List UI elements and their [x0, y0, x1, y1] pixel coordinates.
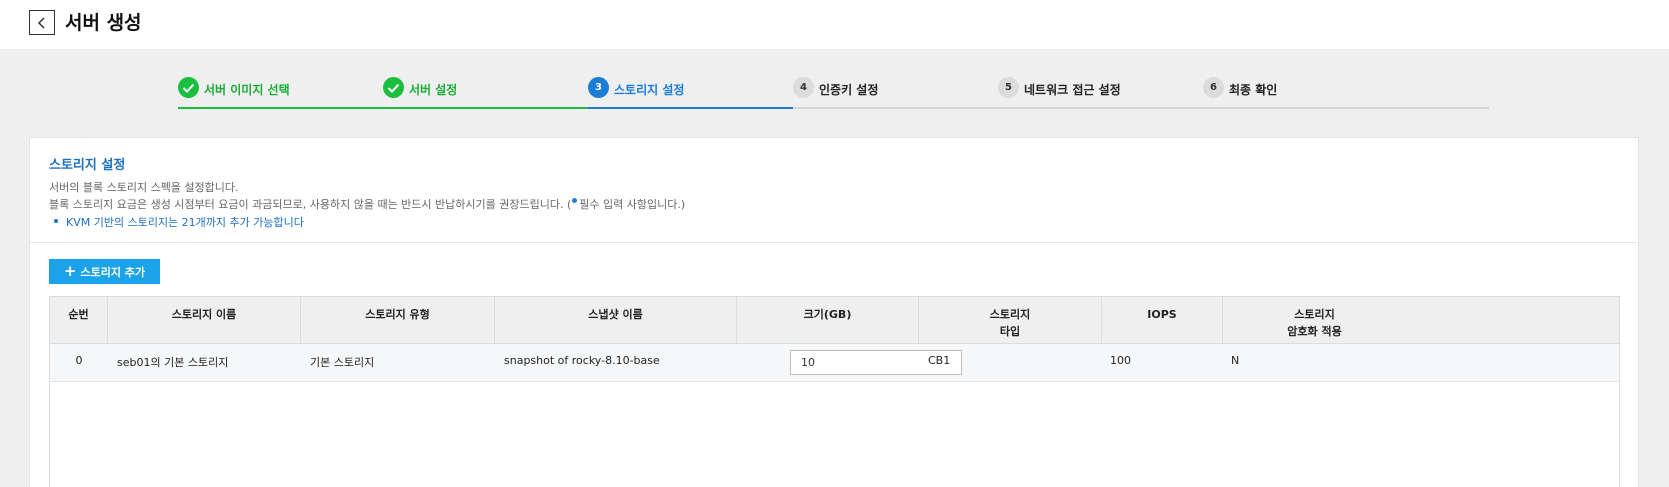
add-storage-button[interactable]: + 스토리지 추가: [49, 259, 160, 284]
step-number: 5: [998, 77, 1019, 98]
step-label: 네트워크 접근 설정: [1024, 83, 1121, 97]
cell-snapshot: snapshot of rocky-8.10-base: [504, 354, 660, 367]
add-storage-label: 스토리지 추가: [80, 265, 146, 279]
column-header-encryption: 스토리지 암호화 적용: [1287, 308, 1342, 338]
check-icon: [383, 77, 404, 98]
column-header-size: 크기(GB): [737, 297, 919, 343]
step-final-confirm[interactable]: 6 최종 확인: [1203, 75, 1489, 109]
chevron-left-icon: [37, 16, 45, 29]
step-network-access[interactable]: 5 네트워크 접근 설정: [998, 75, 1203, 109]
column-header-snapshot: 스냅샷 이름: [495, 297, 737, 343]
cell-name: seb01의 기본 스토리지: [117, 356, 229, 369]
cell-index: 0: [75, 354, 83, 367]
step-storage-settings[interactable]: 3 스토리지 설정: [588, 75, 793, 109]
billing-notice: 블록 스토리지 요금은 생성 시점부터 요금이 과금되므로, 사용하지 않을 때…: [49, 196, 685, 212]
column-header-type: 스토리지 유형: [301, 297, 495, 343]
step-label: 인증키 설정: [819, 83, 879, 97]
step-server-settings[interactable]: 서버 설정: [383, 75, 588, 109]
note-text: KVM 기반의 스토리지는 21개까지 추가 가능합니다: [66, 216, 304, 229]
required-dot-icon: [572, 198, 578, 203]
column-header-name: 스토리지 이름: [108, 297, 301, 343]
storage-settings-card: 스토리지 설정 서버의 블록 스토리지 스펙을 설정합니다. 블록 스토리지 요…: [29, 137, 1639, 487]
divider: [30, 242, 1638, 243]
page-header: 서버 생성: [0, 0, 1669, 49]
required-notice-text: 필수 입력 사항입니다.): [579, 198, 686, 211]
step-number: 3: [588, 77, 609, 98]
billing-notice-text: 블록 스토리지 요금은 생성 시점부터 요금이 과금되므로, 사용하지 않을 때…: [49, 198, 572, 211]
check-icon: [178, 77, 199, 98]
storage-table: 순번 스토리지 이름 스토리지 유형 스냅샷 이름 크기(GB) 스토리지 타입…: [49, 296, 1620, 487]
table-header: 순번 스토리지 이름 스토리지 유형 스냅샷 이름 크기(GB) 스토리지 타입…: [50, 297, 1619, 344]
step-label: 서버 설정: [409, 83, 458, 97]
section-title: 스토리지 설정: [49, 158, 126, 173]
cell-storage-type: CB1: [928, 354, 951, 367]
step-server-image[interactable]: 서버 이미지 선택: [178, 75, 383, 109]
cell-iops: 100: [1110, 354, 1131, 367]
table-row[interactable]: 0 seb01의 기본 스토리지 기본 스토리지 snapshot of roc…: [50, 344, 1619, 382]
column-header-index: 순번: [50, 297, 108, 343]
back-button[interactable]: [29, 10, 55, 35]
step-label: 최종 확인: [1229, 83, 1278, 97]
step-number: 6: [1203, 77, 1224, 98]
plus-icon: +: [63, 262, 77, 280]
step-label: 스토리지 설정: [614, 83, 685, 97]
cell-encryption: N: [1231, 354, 1240, 367]
section-description: 서버의 블록 스토리지 스펙을 설정합니다.: [49, 181, 239, 194]
page-title: 서버 생성: [65, 12, 142, 34]
cell-type: 기본 스토리지: [310, 356, 375, 369]
bullet-icon: [54, 219, 58, 223]
column-header-iops: IOPS: [1102, 297, 1223, 343]
column-header-storage-type: 스토리지 타입: [919, 297, 1102, 343]
step-auth-key[interactable]: 4 인증키 설정: [793, 75, 998, 109]
progress-stepper: 서버 이미지 선택 서버 설정 3 스토리지 설정 4 인증키 설정 5 네트워…: [178, 75, 1489, 109]
step-label: 서버 이미지 선택: [204, 83, 290, 97]
step-number: 4: [793, 77, 814, 98]
storage-limit-note: KVM 기반의 스토리지는 21개까지 추가 가능합니다: [49, 214, 304, 230]
